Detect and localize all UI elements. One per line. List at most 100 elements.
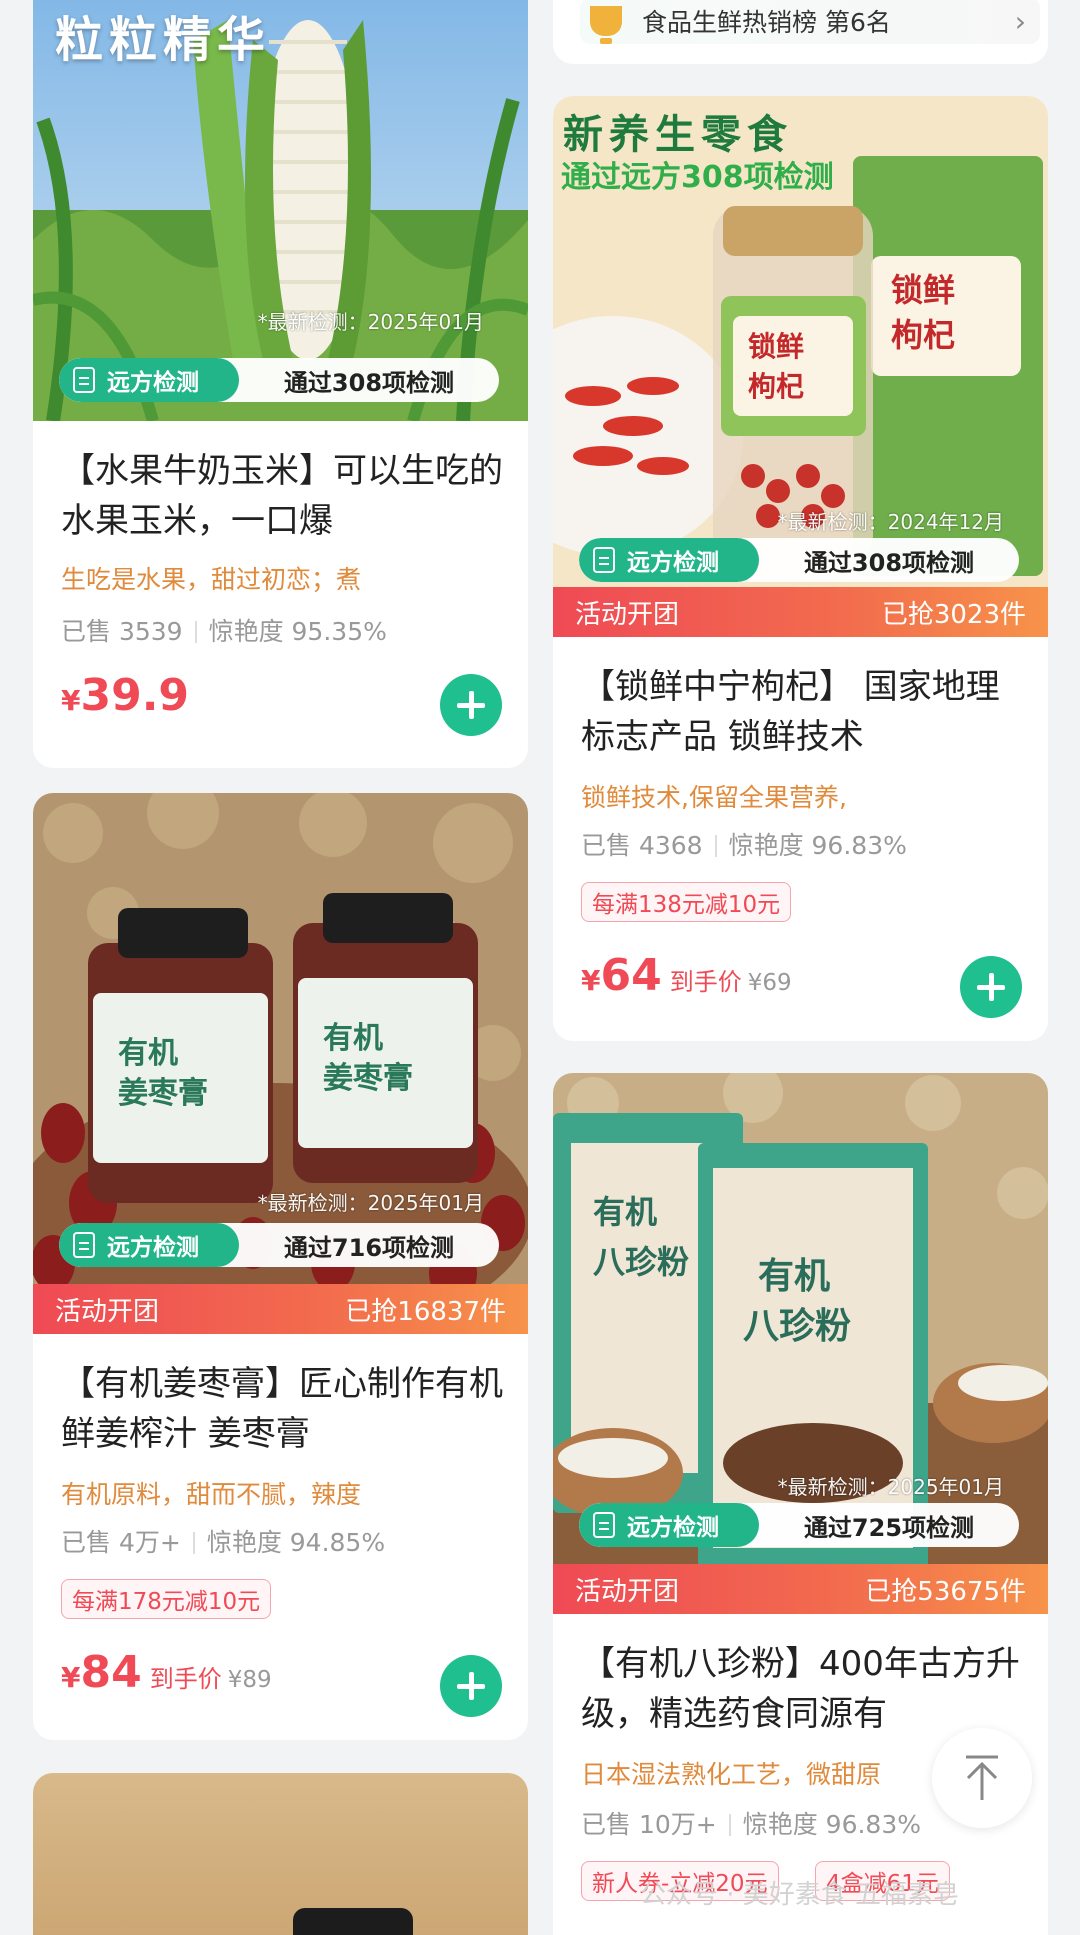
product-feature: 生吃是水果，甜过初恋；煮 [61, 565, 362, 594]
test-date: *最新检测：2024年12月 [777, 510, 1004, 534]
product-title[interactable]: 【有机八珍粉】400年古方升级，精选药食同源有 [581, 1639, 1024, 1739]
rating: 惊艳度 96.83% [728, 831, 907, 860]
rating: 惊艳度 96.83% [742, 1810, 921, 1839]
svg-text:有机: 有机 [758, 1256, 830, 1297]
test-pass-text: 通过308项检测 [803, 548, 975, 577]
currency-symbol: ¥ [581, 964, 601, 997]
product-card-partial[interactable] [33, 1773, 528, 1935]
rating: 惊艳度 94.85% [206, 1528, 386, 1557]
watermark: 公众号 · 美好素食 五福素皂 [640, 1880, 960, 1910]
coupon-tag[interactable]: 每满138元减10元 [581, 882, 792, 922]
product-feature: 日本湿法熟化工艺，微甜原 [581, 1760, 882, 1789]
svg-text:锁鲜: 锁鲜 [891, 271, 955, 309]
original-price: ¥89 [227, 1667, 272, 1693]
image-subline: 通过远方308项检测 [561, 160, 834, 195]
grabbed-count: 已抢3023件 [881, 599, 1026, 630]
ranking-strip[interactable]: 食品生鲜热销榜 第6名 › [580, 0, 1040, 44]
grabbed-count: 已抢16837件 [345, 1296, 506, 1327]
test-pass-text: 通过308项检测 [283, 368, 455, 397]
grabbed-count: 已抢53675件 [865, 1576, 1026, 1607]
add-to-cart-button[interactable] [440, 674, 502, 736]
sold-count: 已售 3539 [61, 617, 183, 646]
chevron-right-icon: › [1014, 4, 1026, 38]
price: ¥39.9 [61, 670, 189, 721]
test-brand-pill: 远方检测 [579, 538, 759, 582]
product-stats: 已售 4368 惊艳度 96.83% [581, 826, 907, 862]
product-stats: 已售 3539 惊艳度 95.35% [61, 612, 387, 648]
currency-symbol: ¥ [61, 684, 81, 717]
group-buy-bar: 活动开团 已抢3023件 [553, 587, 1048, 637]
test-pass-text: 通过716项检测 [283, 1233, 455, 1262]
svg-text:锁鲜: 锁鲜 [748, 330, 804, 363]
back-to-top-button[interactable] [932, 1728, 1032, 1828]
product-image-goji[interactable]: 锁鲜 枸杞 锁鲜 枸杞 新养生零食 通过远方308项检测 *最新检测：2024年… [553, 96, 1048, 637]
test-date: *最新检测：2025年01月 [257, 310, 484, 334]
product-title[interactable]: 【水果牛奶玉米】可以生吃的水果玉米，一口爆 [61, 446, 504, 546]
original-price: ¥69 [747, 970, 792, 996]
svg-text:枸杞: 枸杞 [748, 370, 804, 403]
svg-text:有机: 有机 [323, 1021, 383, 1056]
test-brand-pill: 远方检测 [59, 358, 239, 402]
product-title[interactable]: 【有机姜枣膏】匠心制作有机鲜姜榨汁 姜枣膏 [61, 1359, 504, 1459]
svg-text:八珍粉: 八珍粉 [743, 1306, 851, 1347]
sold-count: 已售 10万+ [581, 1810, 717, 1839]
price: ¥64 到手价 ¥69 [581, 950, 792, 1001]
test-brand-pill: 远方检测 [59, 1223, 239, 1267]
product-stats: 已售 4万+ 惊艳度 94.85% [61, 1523, 385, 1559]
svg-text:有机: 有机 [593, 1193, 657, 1231]
product-title[interactable]: 【锁鲜中宁枸杞】 国家地理标志产品 锁鲜技术 [581, 662, 1024, 762]
svg-text:有机: 有机 [118, 1036, 178, 1071]
divider [728, 1814, 731, 1836]
document-icon [593, 547, 615, 573]
test-date: *最新检测：2025年01月 [777, 1475, 1004, 1499]
currency-symbol: ¥ [61, 1661, 81, 1694]
document-icon [73, 367, 95, 393]
product-stats: 已售 10万+ 惊艳度 96.83% [581, 1805, 921, 1841]
product-card-corn[interactable]: 粒粒精华 *最新检测：2025年01月 远方检测 通过308项检测 【水果牛奶玉… [33, 0, 528, 768]
coupon-tag[interactable]: 每满178元减10元 [61, 1579, 272, 1619]
price: ¥84 到手价 ¥89 [61, 1647, 272, 1698]
product-feature: 锁鲜技术,保留全果营养, [581, 783, 847, 812]
add-to-cart-button[interactable] [960, 956, 1022, 1018]
divider [194, 621, 197, 643]
divider [714, 835, 717, 857]
rating: 惊艳度 95.35% [208, 617, 387, 646]
group-buy-label: 活动开团 [575, 599, 680, 630]
product-card-previous[interactable]: 食品生鲜热销榜 第6名 › [553, 0, 1048, 64]
svg-text:枸杞: 枸杞 [891, 316, 955, 354]
sold-count: 已售 4万+ [61, 1528, 181, 1557]
group-buy-bar: 活动开团 已抢16837件 [33, 1284, 528, 1334]
sold-count: 已售 4368 [581, 831, 703, 860]
divider [192, 1532, 195, 1554]
svg-text:姜枣膏: 姜枣膏 [118, 1076, 208, 1111]
group-buy-label: 活动开团 [575, 1576, 680, 1607]
group-buy-label: 活动开团 [55, 1296, 160, 1327]
test-badge: 远方检测 通过308项检测 [59, 358, 499, 402]
final-price-label: 到手价 [669, 968, 742, 996]
final-price-label: 到手价 [149, 1665, 222, 1693]
test-date: *最新检测：2025年01月 [257, 1191, 484, 1215]
trophy-icon [590, 6, 622, 44]
test-badge: 远方检测 通过308项检测 [579, 538, 1019, 582]
ranking-text: 食品生鲜热销榜 第6名 [642, 8, 891, 37]
product-image-bazhen-powder[interactable]: 有机 八珍粉 有机 八珍粉 *最新检测：2025年01月 远方检测 通过725项… [553, 1073, 1048, 1614]
image-headline: 粒粒精华 [55, 12, 272, 68]
price-value: 39.9 [80, 670, 190, 721]
add-to-cart-button[interactable] [440, 1655, 502, 1717]
test-badge: 远方检测 通过716项检测 [59, 1223, 499, 1267]
product-card-ginger-jujube[interactable]: 有机 姜枣膏 有机 姜枣膏 *最新检测：2025年01月 远方检测 通过716项… [33, 793, 528, 1740]
document-icon [73, 1232, 95, 1258]
price-value: 64 [600, 950, 662, 1001]
test-brand-pill: 远方检测 [579, 1503, 759, 1547]
svg-text:八珍粉: 八珍粉 [593, 1243, 689, 1281]
product-image-ginger-jujube[interactable]: 有机 姜枣膏 有机 姜枣膏 *最新检测：2025年01月 远方检测 通过716项… [33, 793, 528, 1334]
document-icon [593, 1512, 615, 1538]
test-pass-text: 通过725项检测 [803, 1513, 975, 1542]
group-buy-bar: 活动开团 已抢53675件 [553, 1564, 1048, 1614]
product-image-corn[interactable]: 粒粒精华 *最新检测：2025年01月 远方检测 通过308项检测 [33, 0, 528, 421]
product-card-goji[interactable]: 锁鲜 枸杞 锁鲜 枸杞 新养生零食 通过远方308项检测 *最新检测：2024年… [553, 96, 1048, 1041]
product-image-partial[interactable] [33, 1773, 528, 1935]
test-badge: 远方检测 通过725项检测 [579, 1503, 1019, 1547]
product-feature: 有机原料，甜而不腻，辣度 [61, 1480, 362, 1509]
arrow-up-icon [966, 1755, 998, 1800]
